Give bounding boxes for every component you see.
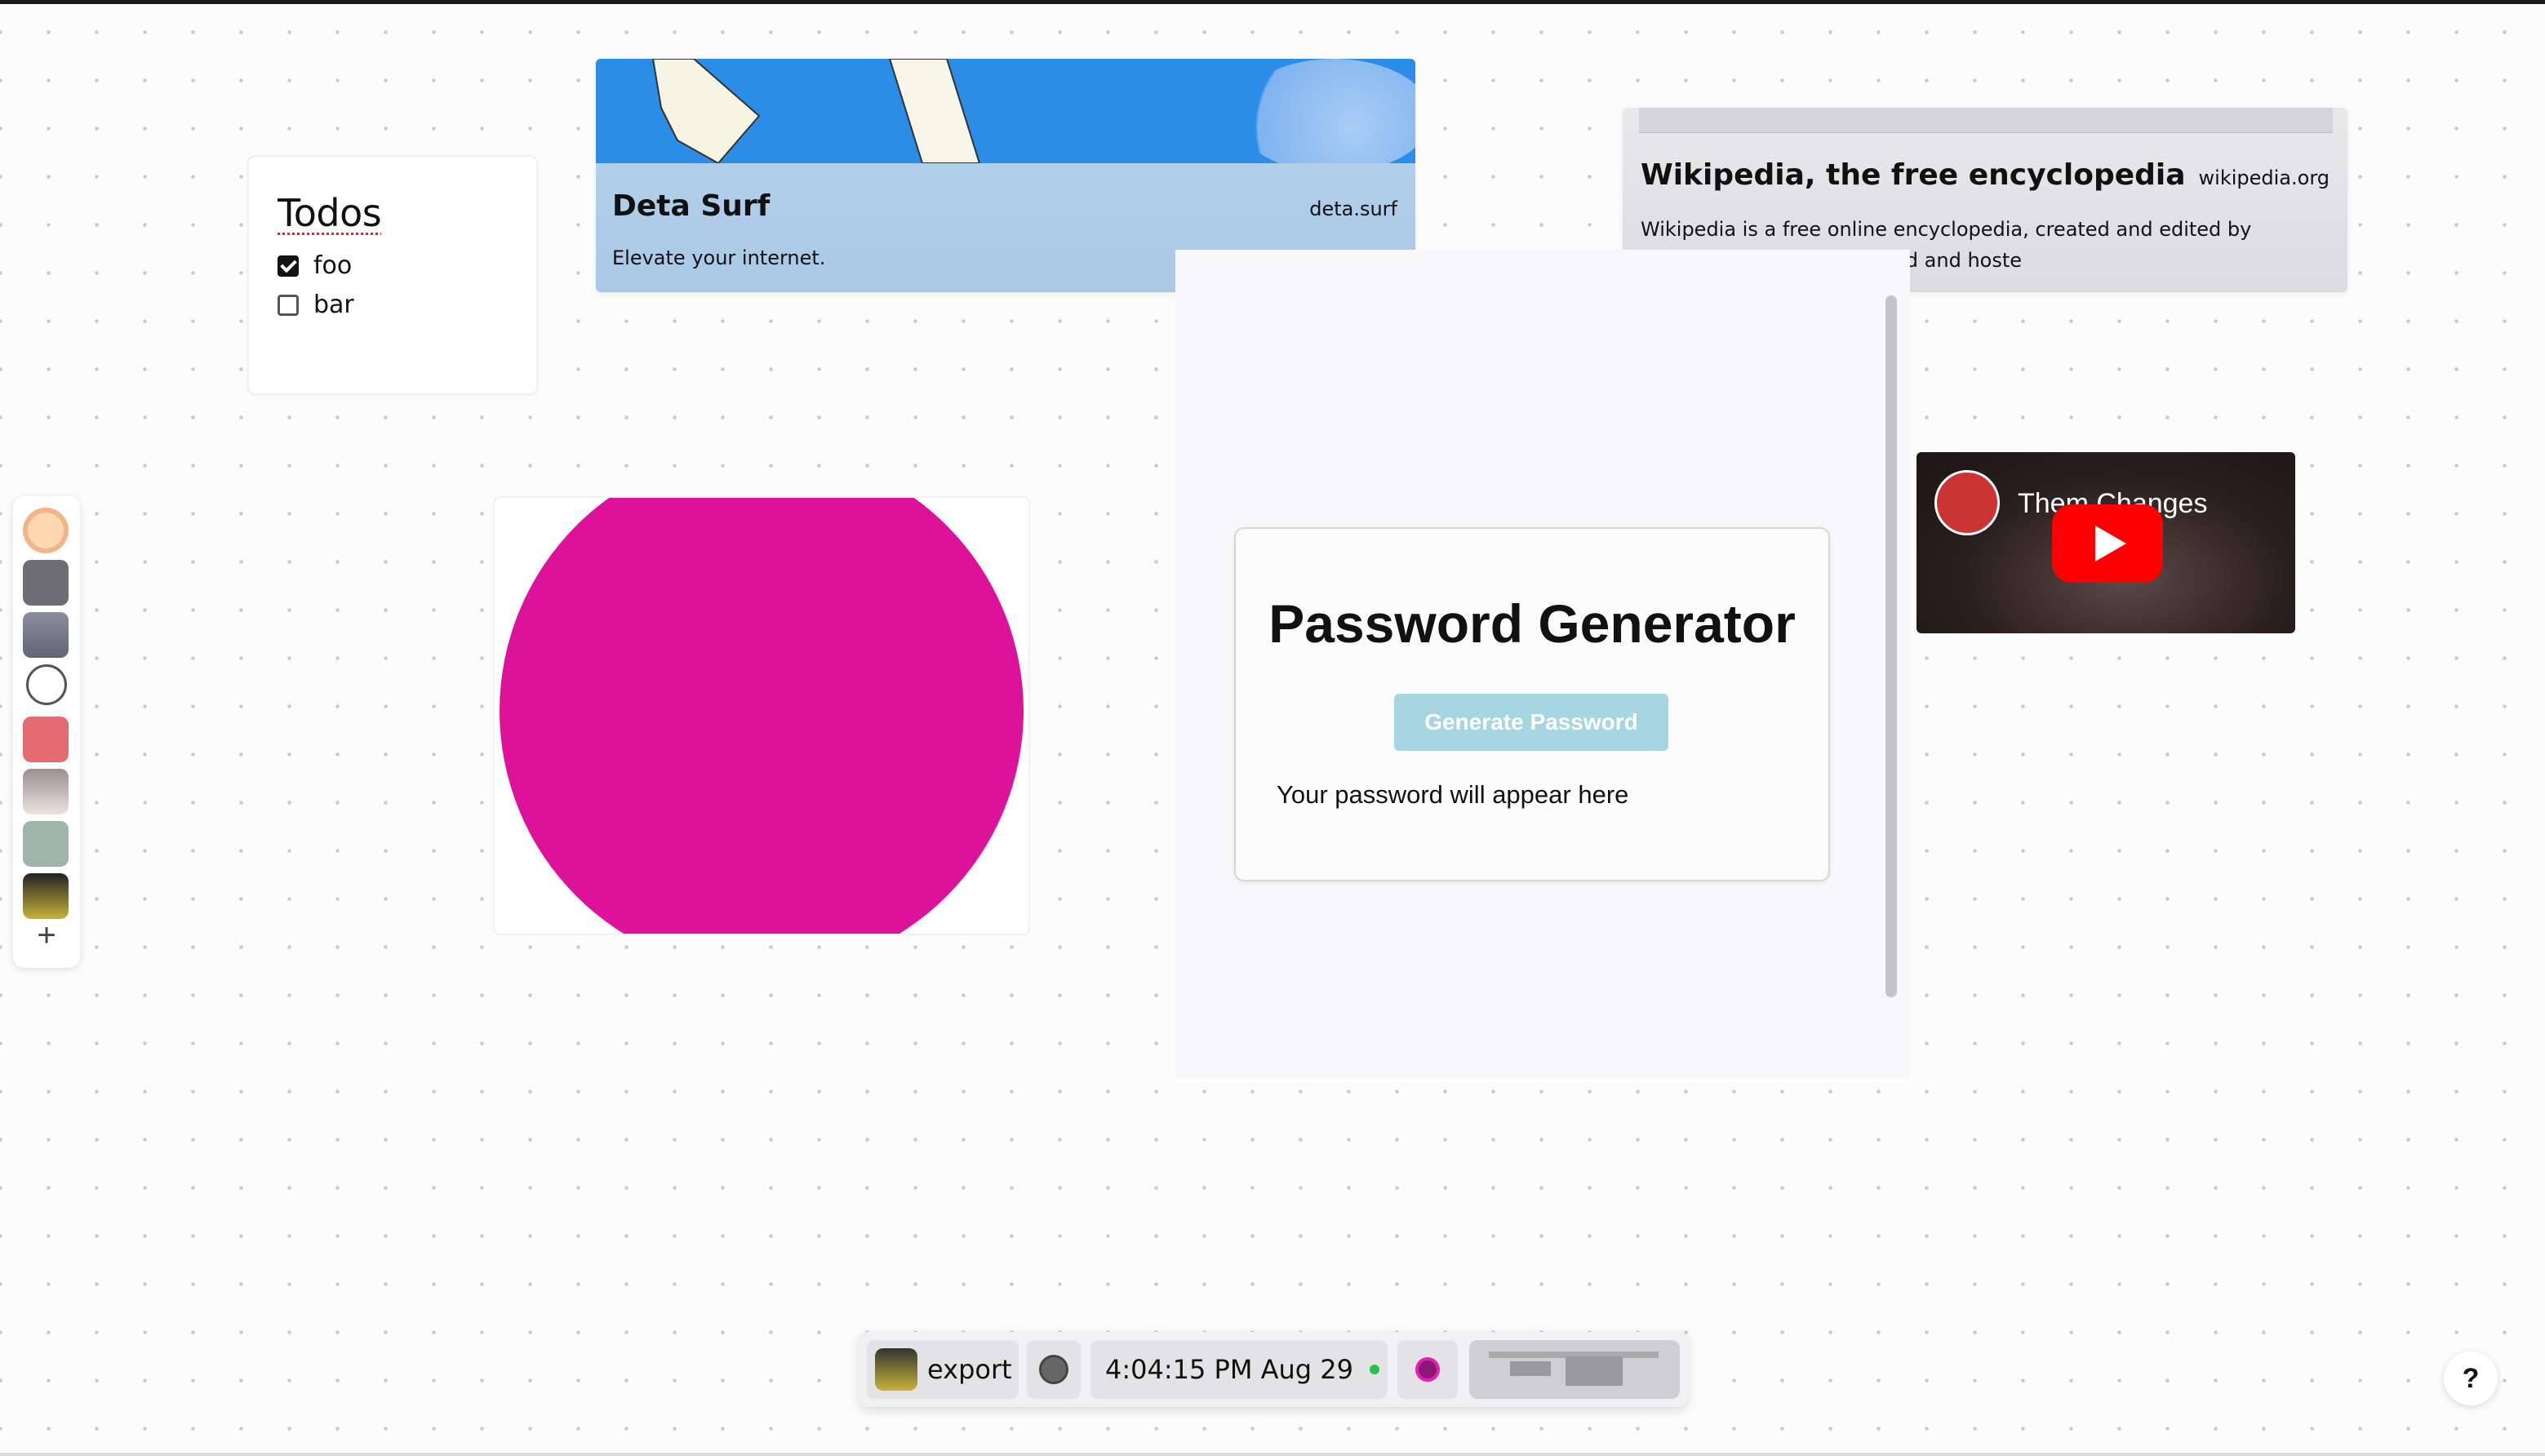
todos-title: Todos	[278, 191, 382, 235]
card-description: Elevate your internet.	[612, 246, 826, 269]
help-button[interactable]: ?	[2444, 1352, 2498, 1405]
dock-avatar-portrait[interactable]	[23, 612, 69, 658]
user-avatar	[875, 1348, 917, 1391]
record-icon	[1415, 1357, 1440, 1382]
magenta-circle	[500, 498, 1024, 934]
record-button[interactable]	[1397, 1340, 1458, 1399]
status-indicator	[1369, 1365, 1379, 1374]
todo-item-bar[interactable]: bar	[278, 291, 354, 319]
dock-app-gray[interactable]	[23, 560, 69, 606]
preview-thumbnail[interactable]	[1469, 1340, 1680, 1399]
todo-label: bar	[313, 291, 354, 319]
globe-button[interactable]	[1027, 1340, 1081, 1399]
bottom-toolbar: export 4:04:15 PM Aug 29	[859, 1332, 1688, 1407]
todo-item-foo[interactable]: foo	[278, 251, 352, 280]
dock-app-green[interactable]	[23, 821, 69, 867]
dock-app-red[interactable]	[23, 717, 69, 762]
dock-avatar-cat-dark[interactable]	[23, 873, 69, 919]
dock-avatar-cat[interactable]	[23, 769, 69, 815]
card-title: Wikipedia, the free encyclopedia	[1641, 158, 2186, 192]
left-dock: +	[13, 496, 80, 968]
export-label: export	[927, 1354, 1012, 1385]
card-domain: wikipedia.org	[2198, 166, 2330, 189]
generate-password-button[interactable]: Generate Password	[1394, 694, 1668, 751]
shape-card[interactable]	[493, 496, 1030, 935]
card-domain: deta.surf	[1309, 198, 1397, 220]
youtube-embed[interactable]: Them Changes	[1917, 452, 2295, 633]
todos-widget[interactable]: Todos foo bar	[247, 155, 538, 395]
globe-icon	[1039, 1355, 1068, 1384]
deta-preview-image	[596, 59, 1415, 163]
password-generator-card: Password Generator Generate Password You…	[1234, 527, 1830, 881]
window-bottom-edge	[0, 1453, 2545, 1456]
export-button[interactable]: export	[867, 1340, 1019, 1399]
password-generator-title: Password Generator	[1268, 593, 1796, 654]
clock-icon[interactable]	[26, 664, 67, 705]
wiki-preview-image	[1639, 108, 2333, 133]
card-title: Deta Surf	[612, 189, 771, 223]
todo-checkbox-checked[interactable]	[278, 255, 299, 277]
dock-avatar-peach[interactable]	[23, 508, 69, 553]
todo-checkbox-unchecked[interactable]	[278, 294, 299, 316]
password-output: Your password will appear here	[1277, 780, 1629, 809]
clock-display: 4:04:15 PM Aug 29	[1090, 1340, 1388, 1399]
add-icon[interactable]: +	[13, 917, 80, 954]
channel-avatar[interactable]	[1934, 470, 2000, 535]
play-icon[interactable]	[2052, 504, 2163, 583]
scrollbar[interactable]	[1885, 295, 1897, 997]
todo-label: foo	[313, 251, 353, 280]
clock-time: 4:04:15 PM Aug 29	[1105, 1354, 1353, 1385]
window-top-edge	[0, 0, 2545, 4]
